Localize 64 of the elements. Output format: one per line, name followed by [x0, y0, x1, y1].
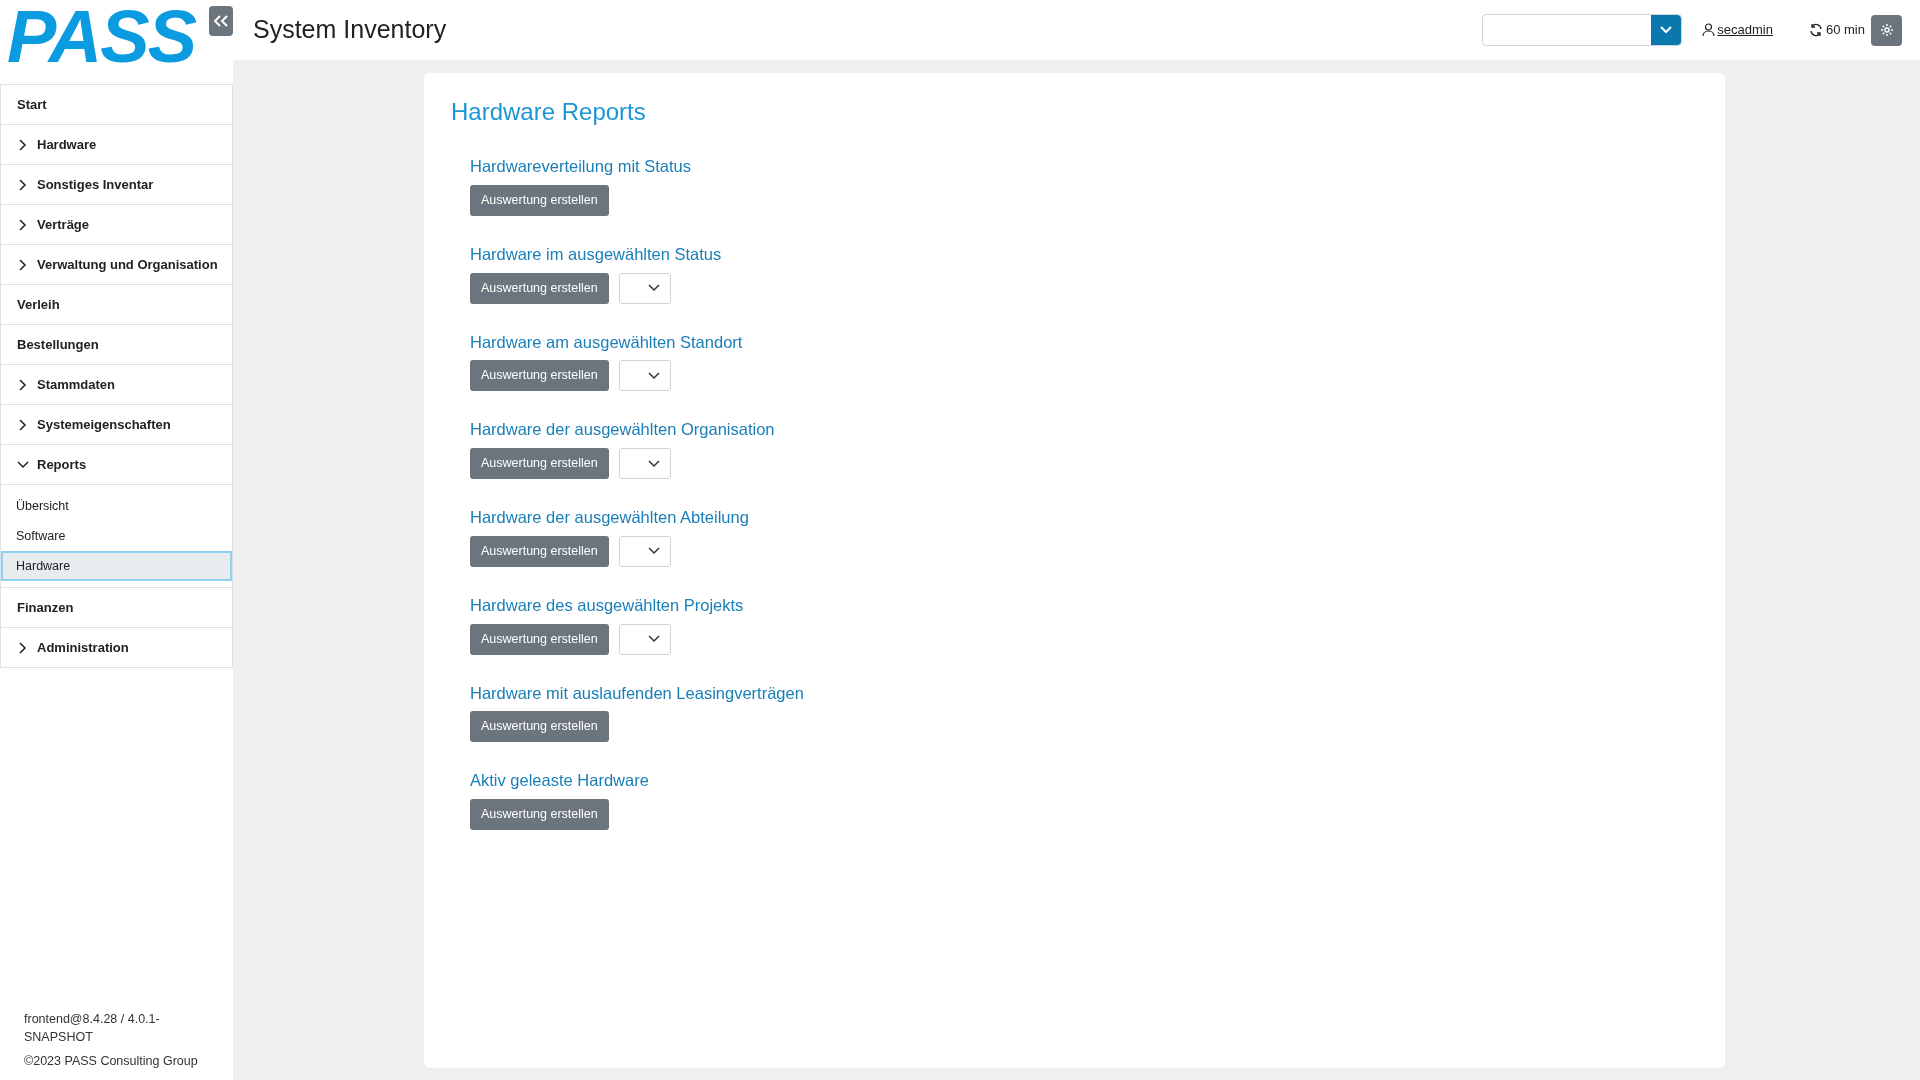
report-title: Hardware im ausgewählten Status — [470, 243, 723, 265]
chevron-down-icon — [1660, 26, 1673, 34]
report-title: Aktiv geleaste Hardware — [470, 770, 650, 792]
sidebar-subitem[interactable]: Übersicht — [1, 491, 232, 521]
generate-report-button[interactable]: Auswertung erstellen — [470, 272, 609, 304]
chevron-down-icon — [647, 635, 660, 643]
chevron-right-icon — [17, 258, 29, 271]
select-dropdown[interactable] — [618, 272, 671, 304]
sidebar-item[interactable]: Finanzen — [1, 588, 232, 628]
sidebar-item[interactable]: Administration — [1, 628, 232, 668]
generate-report-button[interactable]: Auswertung erstellen — [470, 184, 609, 216]
settings-icon — [1879, 23, 1894, 37]
version-text: frontend@8.4.28 / 4.0.1-SNAPSHOT — [24, 1011, 161, 1046]
chevron-right-icon — [17, 378, 29, 391]
generate-report-button[interactable]: Auswertung erstellen — [470, 711, 609, 743]
sidebar-item[interactable]: Start — [1, 85, 232, 125]
sidebar-item[interactable]: Bestellungen — [1, 325, 232, 365]
generate-report-button[interactable]: Auswertung erstellen — [470, 360, 609, 392]
sidebar-item[interactable]: Verwaltung und Organisation — [1, 245, 232, 285]
double-chevron-left-icon — [214, 15, 228, 27]
sidebar-item[interactable]: Hardware — [1, 125, 232, 165]
settings-button[interactable] — [1871, 14, 1902, 46]
collapse-sidebar-button[interactable] — [209, 6, 233, 36]
sidebar-subitem[interactable]: Software — [1, 521, 232, 551]
chevron-down-icon — [17, 458, 29, 471]
chevron-right-icon — [17, 218, 29, 231]
generate-report-button[interactable]: Auswertung erstellen — [470, 448, 609, 479]
user-link[interactable]: secadmin — [1702, 20, 1773, 40]
chevron-right-icon — [17, 178, 29, 191]
select-dropdown[interactable] — [618, 448, 671, 479]
report-title: Hardware mit auslaufenden Leasingverträgen — [470, 682, 805, 704]
chevron-right-icon — [17, 641, 29, 654]
sidebar-item[interactable]: Verträge — [1, 205, 232, 245]
generate-report-button[interactable]: Auswertung erstellen — [470, 623, 609, 655]
copyright-text: ©2023 PASS Consulting Group — [24, 1053, 198, 1070]
sidebar-item[interactable]: Verleih — [1, 285, 232, 325]
sidebar-item[interactable]: Systemeigenschaften — [1, 405, 232, 445]
sidebar-item[interactable]: Stammdaten — [1, 365, 232, 405]
report-title: Hardware am ausgewählten Standort — [470, 331, 744, 353]
report-title: Hardware der ausgewählten Abteilung — [470, 507, 750, 528]
select-dropdown[interactable] — [618, 535, 671, 567]
generate-report-button[interactable]: Auswertung erstellen — [470, 535, 609, 567]
generate-report-button[interactable]: Auswertung erstellen — [470, 799, 609, 830]
session-timer: 60 min — [1825, 21, 1865, 40]
refresh-icon — [1808, 23, 1823, 37]
chevron-down-icon — [647, 459, 660, 468]
chevron-down-icon — [647, 371, 660, 380]
sidebar-item[interactable]: Sonstiges Inventar — [1, 165, 232, 205]
report-title: Hardware der ausgewählten Organisation — [470, 419, 776, 441]
select-dropdown[interactable] — [618, 623, 671, 655]
chevron-right-icon — [17, 138, 29, 151]
header-select[interactable] — [1482, 14, 1683, 46]
logo: PASS — [7, 4, 196, 70]
chevron-down-icon — [647, 547, 660, 556]
chevron-down-icon — [647, 284, 660, 292]
page-title: Hardware Reports — [451, 97, 647, 127]
chevron-right-icon — [17, 418, 29, 431]
app-title: System Inventory — [253, 14, 447, 46]
sidebar-item[interactable]: Reports — [1, 445, 232, 485]
sidebar-subitem[interactable]: Hardware — [1, 551, 232, 581]
report-title: Hardware des ausgewählten Projekts — [470, 594, 745, 616]
select-dropdown[interactable] — [618, 360, 671, 392]
report-title: Hardwareverteilung mit Status — [470, 156, 692, 177]
user-icon — [1702, 23, 1716, 37]
